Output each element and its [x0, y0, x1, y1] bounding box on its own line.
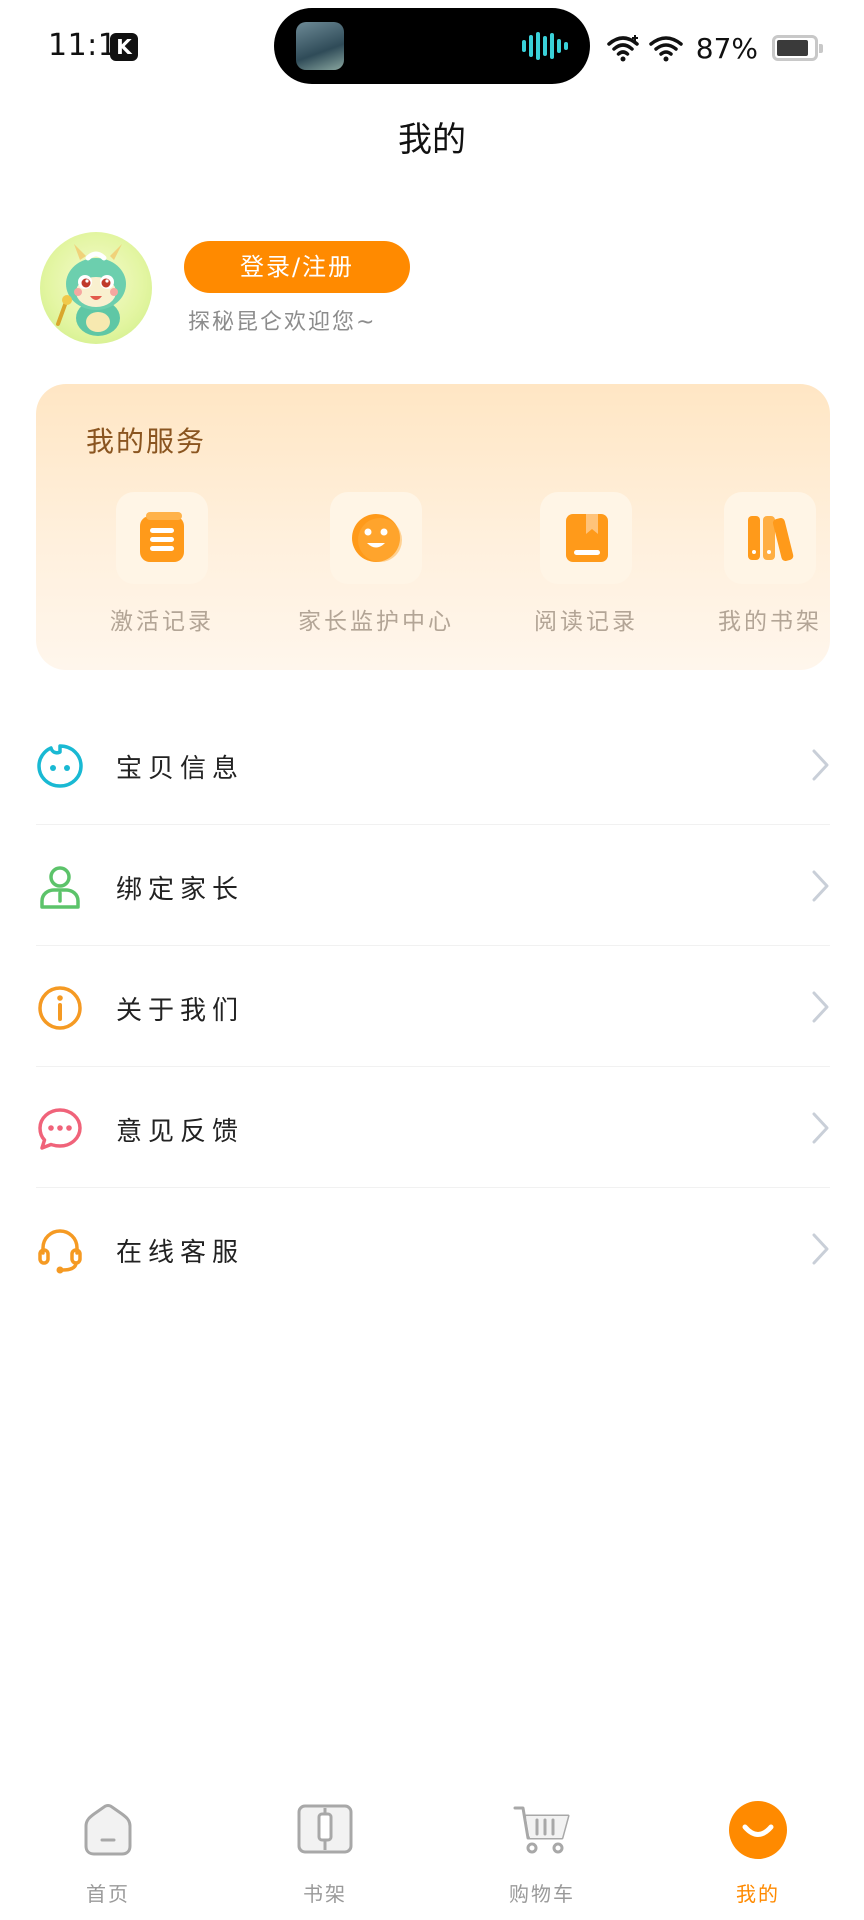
battery-percentage: 87% — [695, 31, 758, 65]
service-label: 激活记录 — [110, 609, 214, 635]
login-register-button[interactable]: 登录/注册 — [184, 241, 410, 293]
service-parent-center[interactable]: 家长监护中心 — [276, 492, 476, 642]
status-indicators: 87% — [606, 26, 823, 70]
menu-item-feedback[interactable]: 意见反馈 — [36, 1067, 830, 1187]
baby-face-icon — [37, 744, 83, 788]
menu-item-bind-parent[interactable]: 绑定家长 — [36, 825, 830, 945]
service-reading-records[interactable]: 阅读记录 — [486, 492, 686, 642]
service-activation-records[interactable]: 激活记录 — [62, 492, 262, 642]
welcome-text: 探秘昆仑欢迎您~ — [188, 310, 377, 335]
nav-label: 我的 — [736, 1882, 780, 1906]
chevron-right-icon — [812, 749, 829, 781]
audio-wave-icon — [522, 32, 568, 60]
nav-item-bookshelf[interactable]: 书架 — [255, 1790, 395, 1920]
nav-item-home[interactable]: 首页 — [38, 1790, 178, 1920]
page-title: 我的 — [398, 120, 466, 160]
services-title: 我的服务 — [86, 425, 207, 458]
battery-cap — [819, 44, 823, 53]
nav-label: 书架 — [303, 1882, 347, 1906]
nav-label: 购物车 — [509, 1882, 575, 1906]
parent-icon — [40, 866, 80, 909]
home-icon — [84, 1804, 132, 1856]
profile-screen: 11:14 K 87% 我的 登录/注册 探秘昆仑欢迎您~ 我的服务 激活记录 … — [0, 0, 864, 1920]
menu-item-about-us[interactable]: 关于我们 — [36, 946, 830, 1066]
services-card: 我的服务 激活记录 家长监护中心 阅读记录 我的书架 — [36, 384, 830, 670]
service-label: 阅读记录 — [534, 609, 638, 635]
service-label: 家长监护中心 — [298, 609, 454, 635]
chevron-right-icon — [812, 1233, 829, 1265]
service-my-bookshelf[interactable]: 我的书架 — [670, 492, 864, 642]
menu-label: 绑定家长 — [116, 875, 245, 905]
profile-smile-icon — [729, 1801, 787, 1859]
bottom-nav: 首页 书架 购物车 我的 — [0, 1790, 864, 1920]
feedback-icon — [38, 1108, 82, 1150]
service-tile — [540, 492, 632, 584]
info-icon — [38, 986, 82, 1030]
service-tile — [330, 492, 422, 584]
nav-item-cart[interactable]: 购物车 — [472, 1790, 612, 1920]
cart-icon — [513, 1806, 570, 1854]
menu-label: 在线客服 — [116, 1238, 245, 1268]
bookshelf-icon — [748, 516, 794, 561]
service-label: 我的书架 — [718, 609, 822, 635]
service-tile — [724, 492, 816, 584]
bookshelf-icon — [297, 1804, 353, 1854]
dynamic-island[interactable] — [274, 8, 590, 84]
menu-item-baby-info[interactable]: 宝贝信息 — [36, 704, 830, 824]
battery-fill — [777, 40, 808, 56]
smiley-icon — [352, 514, 402, 562]
chevron-right-icon — [812, 1112, 829, 1144]
chevron-right-icon — [812, 870, 829, 902]
headset-icon — [38, 1229, 82, 1274]
menu-label: 意见反馈 — [116, 1117, 245, 1147]
menu-item-online-service[interactable]: 在线客服 — [36, 1188, 830, 1308]
wifi-icon — [649, 36, 683, 62]
battery-icon — [772, 35, 823, 61]
service-tile — [116, 492, 208, 584]
media-thumbnail — [296, 22, 344, 70]
book-icon — [566, 514, 608, 562]
menu-label: 关于我们 — [116, 996, 245, 1026]
list-icon — [140, 512, 184, 562]
menu-label: 宝贝信息 — [116, 754, 245, 784]
dragon-mascot-icon — [56, 244, 126, 336]
wifi-icon — [607, 35, 639, 62]
nav-item-profile[interactable]: 我的 — [688, 1790, 828, 1920]
app-badge-icon: K — [110, 33, 138, 61]
nav-label: 首页 — [86, 1882, 130, 1906]
status-bar: 11:14 K 87% — [0, 0, 864, 96]
avatar[interactable] — [40, 232, 152, 344]
chevron-right-icon — [812, 991, 829, 1023]
